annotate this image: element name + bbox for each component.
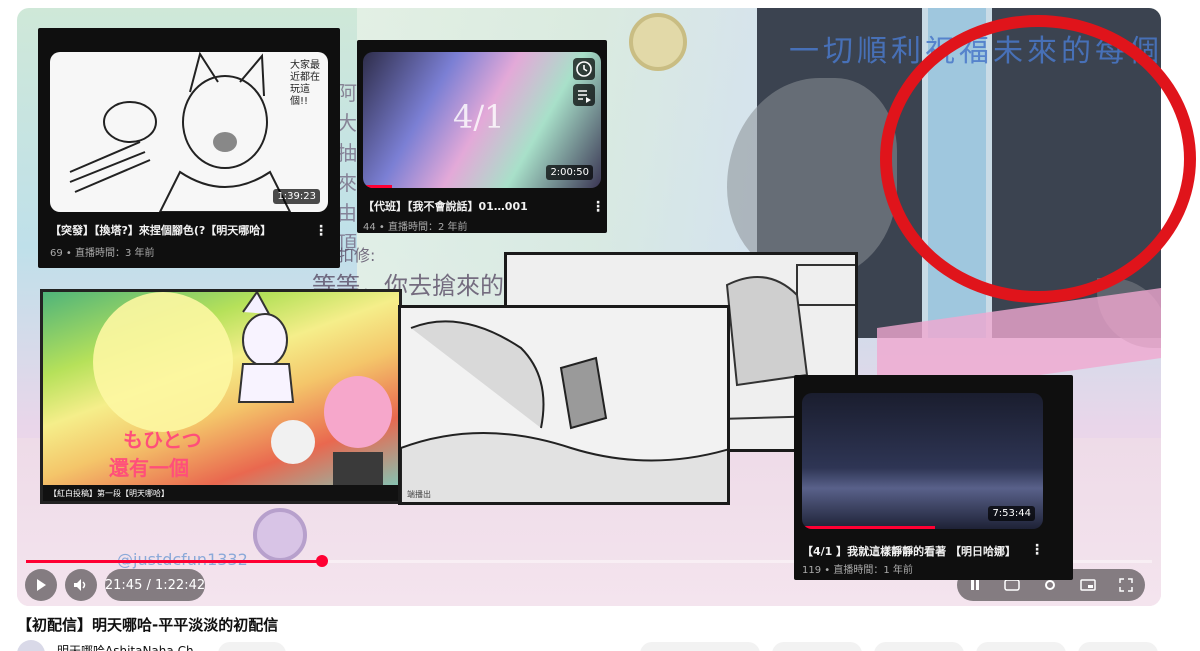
- save-button[interactable]: [1078, 642, 1158, 651]
- time-separator: /: [142, 577, 155, 593]
- thumbnail-art-text: 4/1: [453, 98, 505, 136]
- video-meta: 44 • 直播時間：2 年前: [363, 222, 468, 233]
- settings-icon[interactable]: [1043, 578, 1057, 592]
- anime-subtitle-1: もひとつ: [123, 428, 202, 452]
- kebab-icon[interactable]: ⋮: [591, 200, 605, 214]
- annotation-circle: [880, 15, 1196, 303]
- kebab-icon[interactable]: ⋮: [314, 224, 328, 238]
- video-meta: 69 • 直播時間：3 年前: [50, 248, 155, 259]
- video-thumbnail[interactable]: 7:53:44: [802, 393, 1043, 529]
- video-meta: 119 • 直播時間：1 年前: [802, 565, 913, 576]
- pause-icon[interactable]: [969, 579, 981, 591]
- kebab-icon[interactable]: ⋮: [1030, 543, 1044, 557]
- video-duration: 1:39:23: [273, 189, 320, 204]
- play-icon: [37, 579, 46, 591]
- share-button[interactable]: [772, 642, 862, 651]
- video-title[interactable]: 【代班】【我不會說話】01…001: [363, 198, 528, 214]
- watch-progress: [363, 185, 392, 188]
- miniplayer-icon[interactable]: [1080, 579, 1096, 591]
- like-button[interactable]: [640, 642, 760, 651]
- background-button-decor: [629, 13, 687, 71]
- sketch-sleeping-illustration: [401, 320, 727, 502]
- play-button[interactable]: [25, 569, 57, 601]
- download-button[interactable]: [874, 642, 964, 651]
- background-clover-decor: [253, 508, 307, 562]
- video-title[interactable]: 【4/1 】我就這樣靜靜的看著 【明日哈娜】: [802, 543, 1016, 559]
- video-title[interactable]: 【突發】【換塔?】來捏個腳色(?【明天哪哈】: [50, 222, 271, 238]
- sketch-caption: 端播出: [407, 490, 431, 499]
- subtitles-icon[interactable]: [1004, 579, 1020, 591]
- video-page-title: 【初配信】明天哪哈-平平淡淡的初配信: [17, 616, 279, 634]
- video-card[interactable]: 4/1 2:00:50 【代班】【我不會說話】01…001 ⋮ 44 • 直播時…: [357, 40, 607, 233]
- anime-caption: 【紅白投稿】第一段【明天哪哈】: [43, 485, 399, 501]
- page-root: 一切順利祝福未來的每個 阿 大 抽 來 由 頂 扣扣修: 等等，你去搶來的 @j…: [0, 0, 1200, 651]
- clip-button[interactable]: [976, 642, 1066, 651]
- video-duration: 7:53:44: [988, 506, 1035, 521]
- volume-button[interactable]: [65, 569, 97, 601]
- channel-name[interactable]: 明天哪哈AshitaNaha Ch.: [57, 642, 197, 651]
- screenshot-anime: もひとつ 還有一個 【紅白投稿】第一段【明天哪哈】: [40, 289, 402, 504]
- video-card[interactable]: 7:53:44 【4/1 】我就這樣靜靜的看著 【明日哈娜】 ⋮ 119 • 直…: [794, 375, 1073, 580]
- time-current: 21:45: [104, 577, 143, 593]
- video-duration: 2:00:50: [546, 165, 593, 180]
- time-total: 1:22:42: [155, 577, 206, 593]
- screenshot-sketch-sleeping: 端播出: [398, 305, 730, 505]
- subscribe-button[interactable]: [218, 642, 286, 651]
- avatar[interactable]: [17, 640, 45, 651]
- fullscreen-icon[interactable]: [1119, 578, 1134, 592]
- sketch-text: 大家最近都在玩這個!!: [290, 60, 320, 107]
- volume-icon: [74, 579, 86, 591]
- video-card[interactable]: 大家最近都在玩這個!! 1:39:23 【突發】【換塔?】來捏個腳色(?【明天哪…: [38, 28, 340, 268]
- video-thumbnail[interactable]: 大家最近都在玩這個!! 1:39:23: [50, 52, 328, 212]
- watch-progress: [802, 526, 935, 529]
- sketch-illustration: [69, 52, 292, 212]
- anime-subtitle-2: 還有一個: [109, 456, 189, 480]
- time-display: 21:45 / 1:22:42: [105, 569, 205, 601]
- video-thumbnail[interactable]: 4/1 2:00:50: [363, 52, 601, 188]
- anime-illustration: [93, 292, 392, 492]
- watch-later-icon[interactable]: [573, 58, 595, 80]
- add-to-queue-icon[interactable]: [573, 84, 595, 106]
- seek-bar-progress: [26, 560, 323, 563]
